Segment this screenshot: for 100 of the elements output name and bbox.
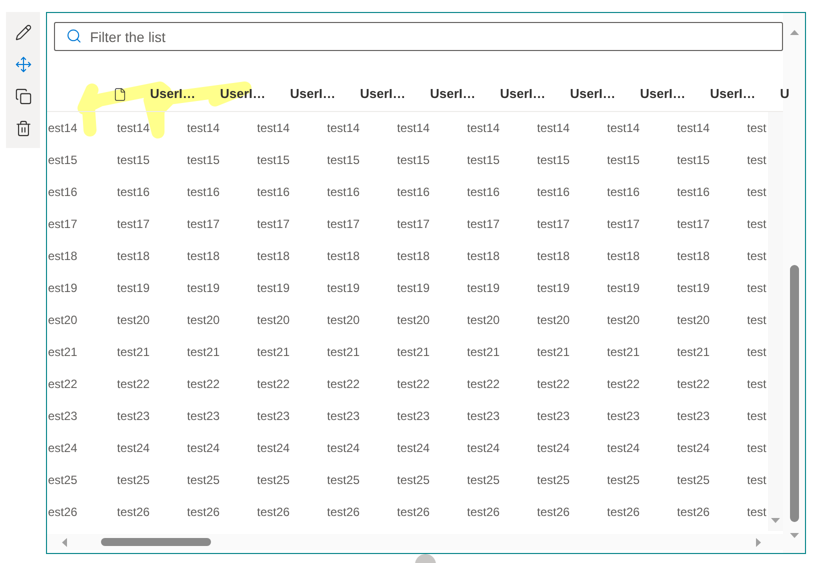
table-cell: test22	[397, 377, 430, 391]
table-cell: test22	[257, 377, 290, 391]
table-cell: test14	[257, 121, 290, 135]
table-cell: test18	[257, 249, 290, 263]
scrollbar-thumb[interactable]	[790, 265, 798, 522]
column-header[interactable]: UserI…	[640, 86, 686, 101]
down-arrow-icon[interactable]	[771, 518, 780, 523]
table-cell: test16	[117, 185, 150, 199]
table-cell: est23	[48, 409, 78, 423]
table-cell: test26	[677, 505, 710, 519]
table-cell: test	[747, 281, 766, 295]
table-cell: test25	[187, 473, 220, 487]
table-cell: test25	[397, 473, 430, 487]
table-cell: test19	[187, 281, 220, 295]
table-cell: test24	[117, 441, 150, 455]
table-cell: est16	[48, 185, 78, 199]
table-cell: est19	[48, 281, 78, 295]
up-arrow-icon[interactable]	[790, 30, 798, 35]
table-cell: test24	[327, 441, 360, 455]
table-cell: test	[747, 345, 766, 359]
table-cell: test17	[467, 217, 500, 231]
table-cell: test22	[327, 377, 360, 391]
column-header[interactable]: UserI…	[150, 86, 196, 101]
column-header[interactable]: UserI…	[710, 86, 756, 101]
column-header[interactable]: U	[780, 86, 790, 101]
table-cell: test19	[607, 281, 640, 295]
table-cell: test25	[677, 473, 710, 487]
table-cell: test25	[537, 473, 570, 487]
table-cell: test22	[537, 377, 570, 391]
table-cell: test19	[677, 281, 710, 295]
table-cell: test14	[537, 121, 570, 135]
scrollbar-thumb[interactable]	[101, 538, 211, 546]
down-arrow-icon[interactable]	[790, 533, 798, 538]
table-cell: test20	[397, 313, 430, 327]
table-cell: test21	[677, 345, 710, 359]
column-header[interactable]: UserI…	[290, 86, 336, 101]
table-cell: test	[747, 473, 766, 487]
table-cell: test	[747, 377, 766, 391]
table-cell: test24	[677, 441, 710, 455]
copy-icon[interactable]	[14, 88, 32, 104]
table-cell: test26	[327, 505, 360, 519]
table-cell: test21	[607, 345, 640, 359]
table-cell: test17	[607, 217, 640, 231]
table-cell: test23	[397, 409, 430, 423]
column-header[interactable]: UserI…	[360, 86, 406, 101]
column-header[interactable]: UserI…	[500, 86, 546, 101]
table-cell: test	[747, 217, 766, 231]
table-cell: test21	[117, 345, 150, 359]
table-cell: test20	[327, 313, 360, 327]
table-cell: test23	[467, 409, 500, 423]
table-cell: test	[747, 185, 766, 199]
table-cell: test21	[187, 345, 220, 359]
table-cell: test26	[187, 505, 220, 519]
table-cell: test25	[327, 473, 360, 487]
table-cell: test17	[257, 217, 290, 231]
table-cell: test23	[537, 409, 570, 423]
table-cell: test18	[187, 249, 220, 263]
table-cell: test16	[537, 185, 570, 199]
table-cell: test18	[327, 249, 360, 263]
move-icon[interactable]	[14, 56, 32, 72]
table-cell: test25	[117, 473, 150, 487]
table-cell: test14	[117, 121, 150, 135]
table-cell: est24	[48, 441, 78, 455]
table-cell: test23	[607, 409, 640, 423]
table-cell: est25	[48, 473, 78, 487]
table-cell: test17	[537, 217, 570, 231]
table-cell: test14	[397, 121, 430, 135]
column-header[interactable]: UserI…	[570, 86, 616, 101]
table-cell: test14	[187, 121, 220, 135]
table-cell: test24	[187, 441, 220, 455]
table-cell: est20	[48, 313, 78, 327]
table-cell: test26	[257, 505, 290, 519]
table-cell: test20	[607, 313, 640, 327]
table-cell: test	[747, 249, 766, 263]
table-cell: test	[747, 505, 766, 519]
left-arrow-icon[interactable]	[62, 538, 67, 546]
table-cell: test26	[467, 505, 500, 519]
table-cell: test25	[257, 473, 290, 487]
table-cell: test19	[257, 281, 290, 295]
search-field[interactable]: Filter the list	[54, 22, 783, 51]
table-cell: test15	[117, 153, 150, 167]
table-cell: test14	[467, 121, 500, 135]
table-cell: test26	[607, 505, 640, 519]
trash-icon[interactable]	[14, 120, 32, 136]
table-cell: test17	[117, 217, 150, 231]
table-cell: test	[747, 121, 766, 135]
right-arrow-icon[interactable]	[756, 538, 761, 546]
search-icon	[66, 28, 82, 44]
table-cell: test26	[117, 505, 150, 519]
table-cell: test20	[467, 313, 500, 327]
table-cell: test17	[677, 217, 710, 231]
table-cell: test21	[257, 345, 290, 359]
table-cell: test21	[467, 345, 500, 359]
table-cell: test23	[327, 409, 360, 423]
table-cell: est14	[48, 121, 78, 135]
table-cell: test	[747, 313, 766, 327]
column-header[interactable]: UserI…	[430, 86, 476, 101]
table-cell: est21	[48, 345, 78, 359]
pencil-icon[interactable]	[14, 24, 32, 40]
table-cell: test24	[537, 441, 570, 455]
